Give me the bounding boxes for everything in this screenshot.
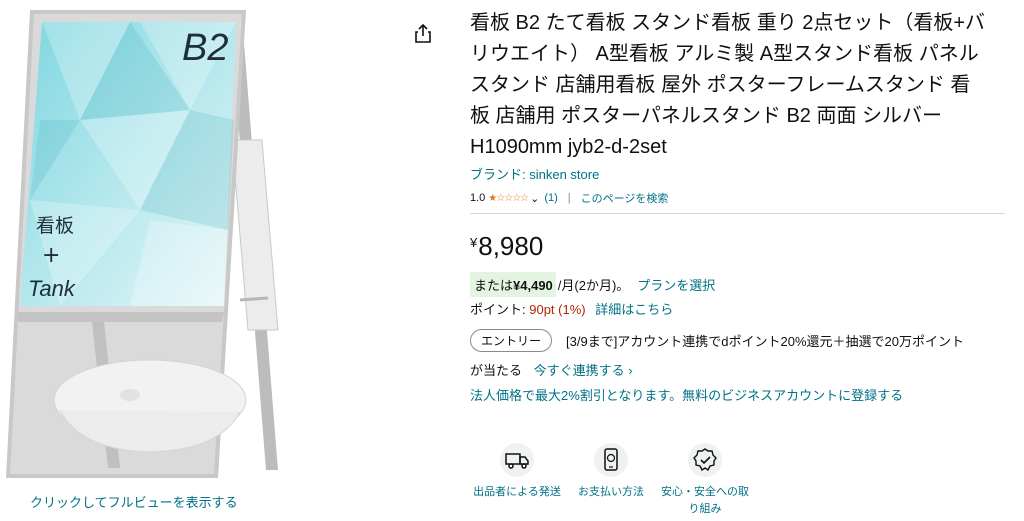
link-now-link[interactable]: 今すぐ連携する › — [534, 363, 633, 378]
poster-text-1: 看板 — [36, 215, 74, 237]
price-currency: ¥ — [470, 235, 478, 250]
star-rating-icon[interactable]: ★☆☆☆☆ — [488, 193, 529, 204]
poster-text-2: + — [42, 243, 60, 268]
image-area: B2 看板 + Tank クリックしてフルビューを表示する — [0, 0, 300, 521]
search-page-link[interactable]: このページを検索 — [581, 190, 669, 206]
poster-text-3: Tank — [28, 276, 76, 301]
rating-score: 1.0 — [470, 192, 486, 204]
review-count-link[interactable]: (1) — [544, 192, 557, 204]
feature-label: お支払い方法 — [578, 486, 644, 498]
feature-row: 出品者による発送 お支払い方法 安心・安全への取り組み — [470, 442, 752, 518]
business-account-link[interactable]: 法人価格で最大2%割引となります。無料のビジネスアカウントに登録する — [470, 385, 1010, 404]
payment-phone-icon — [594, 443, 628, 477]
share-icon[interactable] — [414, 24, 432, 44]
points-label: ポイント: — [470, 302, 530, 317]
feature-label: 出品者による発送 — [473, 486, 561, 498]
campaign-text: [3/9まで]アカウント連携でdポイント20%還元＋抽選で20万ポイント — [566, 334, 965, 349]
feature-label: 安心・安全への取り組み — [661, 486, 749, 515]
installment-badge: または¥4,490 — [470, 271, 556, 297]
points-row: ポイント: 90pt (1%) 詳細はこちら — [470, 299, 1010, 317]
product-image[interactable]: B2 看板 + Tank — [0, 0, 300, 480]
delivery-truck-icon — [500, 443, 534, 477]
feature-payment[interactable]: お支払い方法 — [564, 442, 658, 518]
installment-prefix: または — [474, 277, 514, 293]
campaign-text-2: が当たる — [470, 363, 523, 378]
points-value: 90pt — [529, 302, 555, 317]
price-amount: 8,980 — [478, 231, 544, 261]
view-full-link[interactable]: クリックしてフルビューを表示する — [30, 492, 238, 511]
feature-security[interactable]: 安心・安全への取り組み — [658, 442, 752, 518]
divider — [470, 213, 1005, 214]
campaign-row: エントリー [3/9まで]アカウント連携でdポイント20%還元＋抽選で20万ポイ… — [470, 329, 1010, 352]
points-detail-link[interactable]: 詳細はこちら — [595, 302, 673, 317]
product-page: B2 看板 + Tank クリックしてフルビューを表示する 看板 B2 たて看板… — [0, 0, 1024, 521]
campaign-row-2: が当たる 今すぐ連携する › — [470, 360, 1010, 379]
product-details: 看板 B2 たて看板 スタンド看板 重り 2点セット（看板+バリウエイト） A型… — [470, 0, 1010, 404]
rating-row: 1.0 ★☆☆☆☆ ⌄ (1) | このページを検索 — [470, 190, 1010, 206]
poster-size-text: B2 — [182, 27, 228, 69]
security-badge-icon — [688, 443, 722, 477]
entry-button[interactable]: エントリー — [470, 329, 553, 352]
brand-link[interactable]: ブランド: sinken store — [470, 164, 599, 183]
rating-separator: | — [567, 192, 571, 204]
installment-suffix: /月(2か月)。 — [557, 277, 630, 293]
installment-row: または¥4,490 /月(2か月)。 プランを選択 — [470, 271, 1010, 297]
feature-delivery[interactable]: 出品者による発送 — [470, 442, 564, 518]
installment-amount: ¥4,490 — [513, 277, 553, 293]
select-plan-link[interactable]: プランを選択 — [637, 275, 715, 294]
points-percent: (1%) — [558, 302, 586, 317]
price: ¥ 8,980 — [470, 231, 1010, 263]
product-title: 看板 B2 たて看板 スタンド看板 重り 2点セット（看板+バリウエイト） A型… — [470, 12, 986, 158]
chevron-down-icon[interactable]: ⌄ — [530, 192, 539, 205]
